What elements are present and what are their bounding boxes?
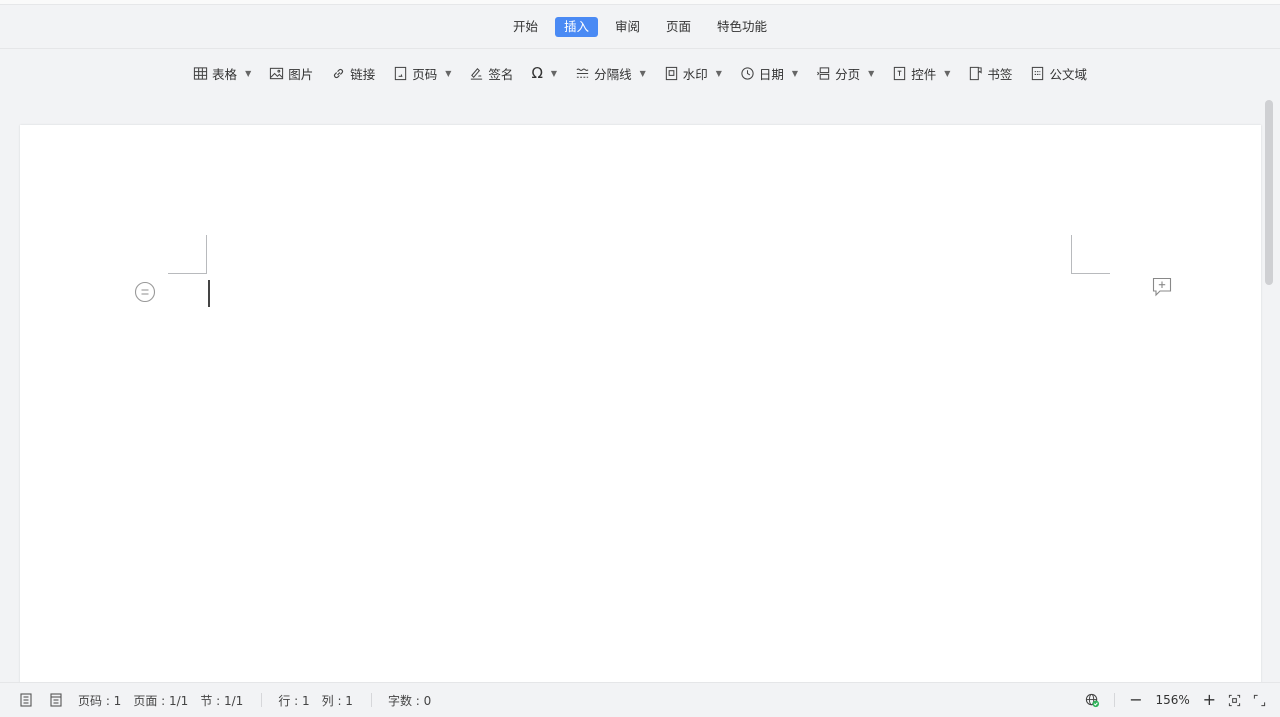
column-status: 列 : 1 <box>321 693 353 708</box>
signature-button[interactable]: 签名 <box>460 60 522 86</box>
divider-button[interactable]: 分隔线 ▼ <box>566 60 655 86</box>
date-button[interactable]: 日期 ▼ <box>731 60 807 86</box>
image-icon <box>269 66 284 81</box>
fit-page-icon[interactable] <box>1228 694 1241 707</box>
control-icon <box>892 66 907 81</box>
date-label: 日期 <box>758 66 784 82</box>
page-number-button[interactable]: 页码 ▼ <box>384 60 460 86</box>
status-bar: 页码 : 1 页面 : 1/1 节 : 1/1 行 : 1 列 : 1 字数 :… <box>0 682 1280 717</box>
vertical-scrollbar[interactable] <box>1265 100 1273 285</box>
chevron-down-icon: ▼ <box>868 68 875 78</box>
doc-field-button[interactable]: 公文域 <box>1021 60 1096 86</box>
page-number-label: 页码 <box>412 66 438 82</box>
page-break-button[interactable]: 分页 ▼ <box>807 60 883 86</box>
image-button[interactable]: 图片 <box>260 60 322 86</box>
omega-icon: Ω <box>531 63 543 82</box>
chevron-down-icon: ▼ <box>550 68 558 78</box>
table-label: 表格 <box>212 66 238 82</box>
bookmark-label: 书签 <box>987 66 1013 82</box>
text-cursor <box>208 280 210 307</box>
tab-features[interactable]: 特色功能 <box>708 17 776 37</box>
clock-icon <box>740 66 755 81</box>
page-number-status: 页码 : 1 <box>78 693 122 708</box>
chevron-down-icon: ▼ <box>944 68 951 78</box>
zoom-in-button[interactable]: + <box>1203 692 1216 708</box>
fullscreen-icon[interactable] <box>1253 694 1266 707</box>
divider-label: 分隔线 <box>594 66 632 82</box>
page-status: 页面 : 1/1 <box>133 693 189 708</box>
chevron-down-icon: ▼ <box>445 68 452 78</box>
globe-check-icon[interactable] <box>1085 693 1100 708</box>
tab-insert[interactable]: 插入 <box>554 16 598 37</box>
signature-label: 签名 <box>488 66 514 82</box>
table-icon <box>193 66 208 81</box>
row-status: 行 : 1 <box>278 693 310 708</box>
document-page[interactable] <box>20 125 1261 685</box>
table-button[interactable]: 表格 ▼ <box>184 60 260 86</box>
word-count-status: 字数 : 0 <box>387 693 432 708</box>
watermark-icon <box>664 66 679 81</box>
chevron-down-icon: ▼ <box>245 68 252 78</box>
symbol-button[interactable]: Ω ▼ <box>522 60 566 86</box>
signature-icon <box>469 66 484 81</box>
outline-view-icon[interactable] <box>18 692 34 708</box>
section-status: 节 : 1/1 <box>200 693 244 708</box>
chevron-down-icon: ▼ <box>791 68 799 78</box>
zoom-out-button[interactable]: − <box>1129 692 1142 708</box>
chevron-down-icon: ▼ <box>715 68 722 78</box>
watermark-button[interactable]: 水印 ▼ <box>655 60 731 86</box>
add-comment-icon[interactable] <box>1151 276 1173 298</box>
margin-mark-top-left <box>168 235 207 274</box>
link-icon <box>331 66 346 81</box>
tab-review[interactable]: 审阅 <box>606 17 649 37</box>
page-break-icon <box>816 66 831 81</box>
page-number-icon <box>393 66 408 81</box>
paragraph-menu-icon[interactable] <box>134 281 156 303</box>
watermark-label: 水印 <box>682 66 708 82</box>
status-divider <box>261 693 263 707</box>
page-view-icon[interactable] <box>48 692 64 708</box>
insert-toolbar: 表格 ▼ 图片 链接 页码 ▼ 签名 Ω ▼ 分隔线 ▼ 水印 ▼ 日期 ▼ 分… <box>0 50 1280 96</box>
bookmark-icon <box>968 66 983 81</box>
divider-icon <box>575 66 590 81</box>
status-divider <box>1114 693 1116 707</box>
bookmark-button[interactable]: 书签 <box>959 60 1021 86</box>
ribbon-tab-bar: 开始 插入 审阅 页面 特色功能 <box>0 5 1280 49</box>
status-divider <box>370 693 372 707</box>
zoom-level[interactable]: 156% <box>1155 693 1191 707</box>
tab-page[interactable]: 页面 <box>657 17 700 37</box>
tab-start[interactable]: 开始 <box>504 17 547 37</box>
doc-field-icon <box>1030 66 1045 81</box>
control-label: 控件 <box>911 66 937 82</box>
doc-field-label: 公文域 <box>1049 66 1087 82</box>
link-label: 链接 <box>350 66 376 82</box>
chevron-down-icon: ▼ <box>639 68 646 78</box>
page-break-label: 分页 <box>835 66 861 82</box>
margin-mark-top-right <box>1071 235 1110 274</box>
link-button[interactable]: 链接 <box>322 60 384 86</box>
image-label: 图片 <box>288 66 314 82</box>
control-button[interactable]: 控件 ▼ <box>883 60 959 86</box>
